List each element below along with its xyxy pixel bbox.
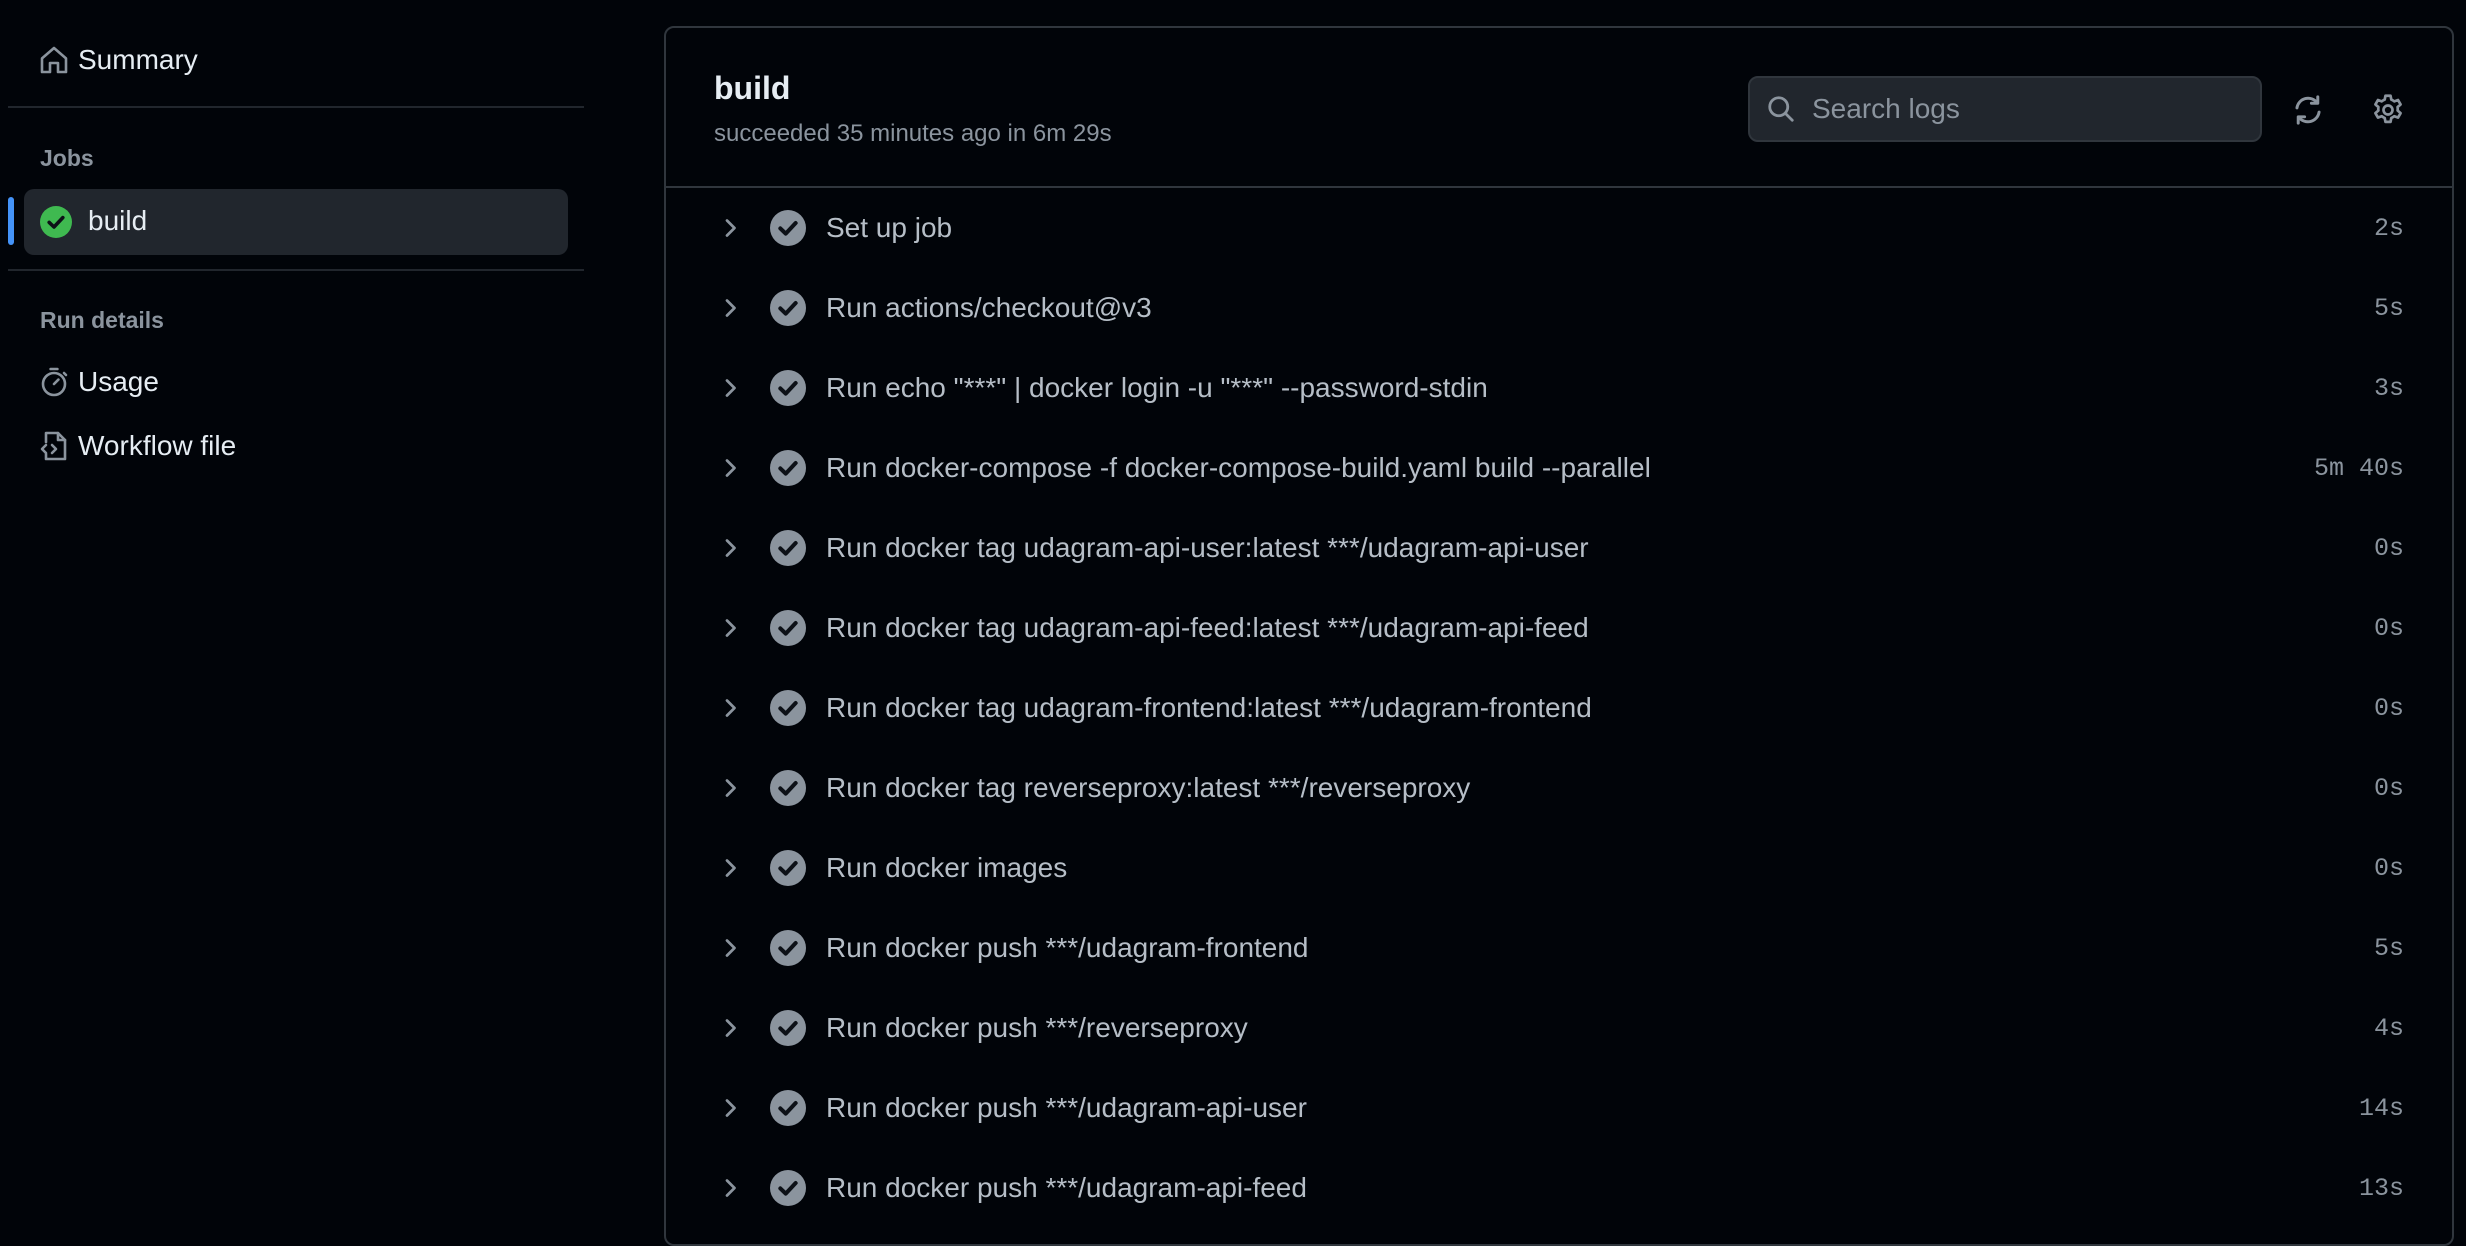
step-duration: 0s (2373, 774, 2404, 803)
chevron-right-icon[interactable] (718, 936, 742, 960)
step-name: Run docker tag udagram-api-user:latest *… (826, 532, 1589, 563)
chevron-right-icon[interactable] (718, 456, 742, 480)
step-duration: 0s (2373, 694, 2404, 723)
chevron-right-icon[interactable] (718, 536, 742, 560)
step-success-icon (770, 850, 806, 886)
step-row[interactable]: Set up job 2s (666, 188, 2452, 268)
search-icon (1766, 94, 1796, 124)
chevron-right-icon[interactable] (718, 1016, 742, 1040)
nav-workflow-file-label: Workflow file (78, 430, 237, 461)
step-row[interactable]: Run docker-compose -f docker-compose-bui… (666, 428, 2452, 508)
step-row[interactable]: Run echo "***" | docker login -u "***" -… (666, 348, 2452, 428)
step-row[interactable]: Run docker tag udagram-api-feed:latest *… (666, 588, 2452, 668)
step-name: Run docker push ***/udagram-frontend (826, 932, 1309, 963)
step-success-icon (770, 370, 806, 406)
step-name: Run docker tag udagram-api-feed:latest *… (826, 612, 1589, 643)
step-row[interactable]: Run docker tag udagram-api-user:latest *… (666, 508, 2452, 588)
step-duration: 13s (2358, 1174, 2404, 1203)
step-success-icon (770, 530, 806, 566)
step-duration: 0s (2373, 854, 2404, 883)
nav-workflow-file[interactable]: Workflow file (24, 414, 236, 478)
nav-summary-label: Summary (78, 44, 198, 75)
step-name: Run docker-compose -f docker-compose-bui… (826, 452, 1651, 483)
step-success-icon (770, 290, 806, 326)
step-row[interactable]: Run docker tag reverseproxy:latest ***/r… (666, 748, 2452, 828)
job-log-panel: build succeeded 35 minutes ago in 6m 29s (664, 26, 2454, 1246)
step-row[interactable]: Run docker push ***/udagram-api-feed 13s (666, 1148, 2452, 1228)
search-logs-box[interactable] (1748, 76, 2262, 142)
chevron-right-icon[interactable] (718, 856, 742, 880)
divider (8, 106, 584, 108)
step-duration: 0s (2373, 534, 2404, 563)
step-duration: 0s (2373, 614, 2404, 643)
success-check-icon (40, 206, 72, 238)
step-name: Run docker push ***/udagram-api-feed (826, 1172, 1307, 1203)
step-success-icon (770, 1010, 806, 1046)
sync-icon (2291, 93, 2325, 127)
step-duration: 4s (2373, 1014, 2404, 1043)
chevron-right-icon[interactable] (718, 616, 742, 640)
job-header: build succeeded 35 minutes ago in 6m 29s (666, 28, 2452, 188)
gear-icon (2370, 92, 2406, 128)
step-name: Run docker tag udagram-frontend:latest *… (826, 692, 1592, 723)
step-row[interactable]: Run docker push ***/udagram-api-user 14s (666, 1068, 2452, 1148)
steps-list: Set up job 2s Run actions/checkout@v3 5s (666, 188, 2452, 1228)
search-logs-input[interactable] (1810, 92, 2260, 126)
step-name: Run echo "***" | docker login -u "***" -… (826, 372, 1488, 403)
step-duration: 5s (2373, 934, 2404, 963)
step-success-icon (770, 930, 806, 966)
step-success-icon (770, 450, 806, 486)
chevron-right-icon[interactable] (718, 296, 742, 320)
nav-summary[interactable]: Summary (24, 28, 198, 92)
refresh-button[interactable] (2286, 88, 2330, 132)
step-name: Run docker images (826, 852, 1068, 883)
step-row[interactable]: Run docker tag udagram-frontend:latest *… (666, 668, 2452, 748)
step-name: Run docker push ***/reverseproxy (826, 1012, 1248, 1043)
chevron-right-icon[interactable] (718, 1176, 742, 1200)
chevron-right-icon[interactable] (718, 696, 742, 720)
step-success-icon (770, 1090, 806, 1126)
step-duration: 3s (2373, 374, 2404, 403)
divider (8, 269, 584, 271)
sidebar: Summary Jobs build Run details Usage Wor… (0, 0, 590, 1220)
chevron-right-icon[interactable] (718, 376, 742, 400)
active-indicator (8, 197, 14, 245)
job-status-text: succeeded 35 minutes ago in 6m 29s (714, 120, 1112, 147)
chevron-right-icon[interactable] (718, 1096, 742, 1120)
step-row[interactable]: Run actions/checkout@v3 5s (666, 268, 2452, 348)
step-name: Set up job (826, 212, 953, 243)
jobs-section-title: Jobs (40, 145, 94, 171)
step-name: Run actions/checkout@v3 (826, 292, 1152, 323)
run-details-section-title: Run details (40, 307, 164, 333)
step-name: Run docker push ***/udagram-api-user (826, 1092, 1307, 1123)
step-row[interactable]: Run docker push ***/reverseproxy 4s (666, 988, 2452, 1068)
step-duration: 2s (2373, 214, 2404, 243)
step-success-icon (770, 690, 806, 726)
step-row[interactable]: Run docker push ***/udagram-frontend 5s (666, 908, 2452, 988)
sidebar-job-label: build (88, 205, 148, 236)
step-duration: 5s (2373, 294, 2404, 323)
settings-button[interactable] (2366, 88, 2410, 132)
sidebar-job-build[interactable]: build (24, 189, 568, 255)
step-row[interactable]: Run docker images 0s (666, 828, 2452, 908)
step-success-icon (770, 1170, 806, 1206)
job-title: build (714, 70, 791, 106)
step-duration: 14s (2358, 1094, 2404, 1123)
step-name: Run docker tag reverseproxy:latest ***/r… (826, 772, 1471, 803)
nav-usage-label: Usage (78, 366, 159, 397)
step-duration: 5m 40s (2313, 454, 2404, 483)
nav-usage[interactable]: Usage (24, 350, 159, 414)
step-success-icon (770, 610, 806, 646)
step-success-icon (770, 210, 806, 246)
step-success-icon (770, 770, 806, 806)
chevron-right-icon[interactable] (718, 776, 742, 800)
chevron-right-icon[interactable] (718, 216, 742, 240)
